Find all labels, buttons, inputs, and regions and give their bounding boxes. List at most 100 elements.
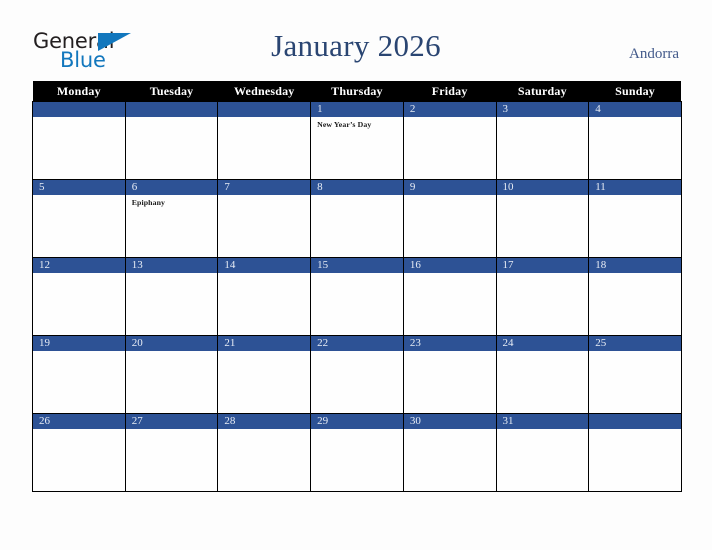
day-event-area: Epiphany: [126, 195, 218, 208]
day-event-area: [311, 351, 403, 354]
weekday-header-wednesday: Wednesday: [217, 81, 311, 102]
day-number: 9: [403, 180, 496, 195]
day-number: 11: [589, 180, 681, 195]
day-number: 23: [403, 336, 496, 351]
day-number: 27: [125, 414, 218, 429]
calendar-day-cell[interactable]: 11: [588, 179, 682, 258]
calendar-day-cell[interactable]: 17: [495, 257, 590, 336]
day-event-area: [497, 351, 589, 354]
day-event-area: [404, 351, 496, 354]
calendar-day-cell[interactable]: 20: [124, 335, 219, 414]
calendar-day-cell[interactable]: 8: [310, 179, 404, 258]
day-number: 3: [496, 102, 589, 117]
calendar-day-cell[interactable]: 31: [495, 413, 590, 492]
day-event-area: [589, 195, 681, 198]
calendar-day-cell[interactable]: 25: [588, 335, 682, 414]
weekday-header-thursday: Thursday: [310, 81, 404, 102]
day-number: 25: [589, 336, 681, 351]
day-number: 15: [311, 258, 403, 273]
day-event-area: [311, 273, 403, 276]
calendar-day-cell[interactable]: 27: [124, 413, 219, 492]
day-event-area: [33, 117, 125, 120]
calendar-day-cell[interactable]: 29: [310, 413, 404, 492]
holiday-label: Epiphany: [131, 198, 166, 207]
calendar-empty-cell[interactable]: [588, 413, 682, 492]
day-number: 28: [218, 414, 311, 429]
day-event-area: [33, 195, 125, 198]
day-event-area: [311, 195, 403, 198]
calendar-day-cell[interactable]: 23: [402, 335, 497, 414]
day-event-area: [589, 117, 681, 120]
day-event-area: [218, 429, 310, 432]
day-event-area: [404, 195, 496, 198]
page-title: January 2026: [271, 28, 441, 63]
day-event-area: New Year’s Day: [311, 117, 403, 130]
calendar-day-cell[interactable]: 19: [32, 335, 126, 414]
day-event-area: [404, 117, 496, 120]
calendar-day-cell[interactable]: 6 Epiphany: [124, 179, 219, 258]
calendar-day-cell[interactable]: 28: [217, 413, 312, 492]
day-event-area: [497, 117, 589, 120]
day-event-area: [126, 117, 218, 120]
day-number: 26: [33, 414, 125, 429]
weekday-header-row: Monday Tuesday Wednesday Thursday Friday…: [32, 81, 682, 102]
day-number: 7: [218, 180, 311, 195]
calendar-empty-cell[interactable]: [217, 101, 312, 180]
day-event-area: [311, 429, 403, 432]
day-number: [33, 102, 125, 117]
calendar-day-cell[interactable]: 24: [495, 335, 590, 414]
calendar-day-cell[interactable]: 5: [32, 179, 126, 258]
calendar-day-cell[interactable]: 22: [310, 335, 404, 414]
calendar-week-row: 26 27 28 29 30 31: [32, 413, 682, 492]
day-number: [218, 102, 311, 117]
day-number: 8: [311, 180, 403, 195]
calendar-day-cell[interactable]: 7: [217, 179, 312, 258]
day-event-area: [218, 351, 310, 354]
day-event-area: [404, 429, 496, 432]
weekday-header-saturday: Saturday: [496, 81, 589, 102]
day-number: 21: [218, 336, 311, 351]
calendar-day-cell[interactable]: 30: [402, 413, 497, 492]
calendar-empty-cell[interactable]: [124, 101, 219, 180]
day-event-area: [33, 429, 125, 432]
day-number: 22: [311, 336, 403, 351]
weekday-header-sunday: Sunday: [588, 81, 682, 102]
day-event-area: [218, 117, 310, 120]
calendar-day-cell[interactable]: 9: [402, 179, 497, 258]
day-number: 5: [33, 180, 125, 195]
day-number: 31: [496, 414, 589, 429]
weekday-header-monday: Monday: [32, 81, 126, 102]
day-event-area: [126, 273, 218, 276]
calendar-empty-cell[interactable]: [32, 101, 126, 180]
day-event-area: [126, 351, 218, 354]
day-number: 19: [33, 336, 125, 351]
holiday-label: New Year’s Day: [317, 120, 372, 129]
country-label: Andorra: [629, 46, 679, 62]
day-number: 10: [496, 180, 589, 195]
day-event-area: [589, 273, 681, 276]
day-number: 18: [589, 258, 681, 273]
day-number: 2: [403, 102, 496, 117]
calendar-day-cell[interactable]: 13: [124, 257, 219, 336]
calendar-day-cell[interactable]: 2: [402, 101, 497, 180]
calendar-week-row: 5 6 Epiphany 7 8 9 10 11: [32, 179, 682, 258]
calendar-day-cell[interactable]: 15: [310, 257, 404, 336]
calendar-week-row: 19 20 21 22 23 24 25: [32, 335, 682, 414]
calendar-day-cell[interactable]: 16: [402, 257, 497, 336]
calendar-day-cell[interactable]: 4: [588, 101, 682, 180]
day-number: 6: [125, 180, 218, 195]
calendar-day-cell[interactable]: 3: [495, 101, 590, 180]
day-number: 14: [218, 258, 311, 273]
calendar-day-cell[interactable]: 18: [588, 257, 682, 336]
calendar-day-cell[interactable]: 14: [217, 257, 312, 336]
calendar-day-cell[interactable]: 21: [217, 335, 312, 414]
calendar-day-cell[interactable]: 26: [32, 413, 126, 492]
calendar-day-cell[interactable]: 10: [495, 179, 590, 258]
day-number: 24: [496, 336, 589, 351]
day-event-area: [33, 351, 125, 354]
calendar-grid: Monday Tuesday Wednesday Thursday Friday…: [32, 81, 682, 492]
calendar-day-cell[interactable]: 1 New Year’s Day: [310, 101, 404, 180]
day-event-area: [404, 273, 496, 276]
day-number: 20: [125, 336, 218, 351]
calendar-day-cell[interactable]: 12: [32, 257, 126, 336]
